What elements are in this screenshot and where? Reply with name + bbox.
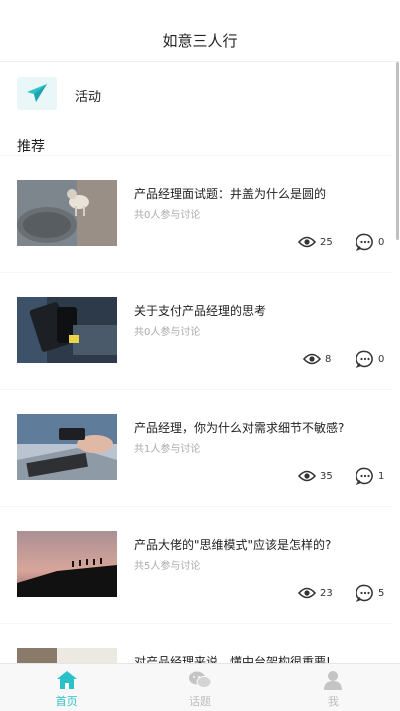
page-title: 如意三人行 xyxy=(162,32,238,50)
comment-count-value: 5 xyxy=(378,587,385,599)
tab-me[interactable]: 我 xyxy=(267,664,400,711)
post-participants: 共0人参与讨论 xyxy=(134,210,201,221)
comment-count-value: 1 xyxy=(378,470,385,482)
post-title: 产品经理，你为什么对需求细节不敏感? xyxy=(134,421,345,435)
activity-entry[interactable]: 活动 xyxy=(0,62,400,126)
view-count: 23 xyxy=(298,584,333,602)
view-count: 8 xyxy=(303,350,331,368)
comment-count-value: 0 xyxy=(378,236,385,248)
comment-icon xyxy=(356,584,373,602)
home-icon xyxy=(56,671,77,689)
activity-label: 活动 xyxy=(75,90,102,105)
tab-home[interactable]: 首页 xyxy=(0,664,133,711)
view-count-value: 35 xyxy=(320,470,333,482)
tab-label: 我 xyxy=(327,695,339,708)
eye-icon xyxy=(298,470,316,482)
post-thumbnail xyxy=(17,297,117,363)
app-header: 如意三人行 xyxy=(0,0,400,62)
eye-icon xyxy=(298,236,316,248)
view-count: 35 xyxy=(298,467,333,485)
bottom-tab-bar: 首页 话题 我 xyxy=(0,663,400,711)
comment-count: 1 xyxy=(356,467,384,485)
view-count: 25 xyxy=(298,233,333,251)
post-title: 产品大佬的"思维模式"应该是怎样的? xyxy=(134,538,332,552)
paper-plane-icon xyxy=(17,77,57,110)
view-count-value: 25 xyxy=(320,236,333,248)
tab-topics[interactable]: 话题 xyxy=(133,664,266,711)
post-thumbnail xyxy=(17,414,117,480)
chat-icon xyxy=(188,671,212,688)
section-title: 推荐 xyxy=(17,139,45,155)
post-title: 产品经理面试题：井盖为什么是圆的 xyxy=(134,187,327,201)
tab-label: 话题 xyxy=(188,695,211,708)
user-icon xyxy=(324,671,343,690)
view-count-value: 23 xyxy=(320,587,333,599)
post-thumbnail xyxy=(17,531,117,597)
comment-count: 0 xyxy=(356,233,384,251)
comment-count-value: 0 xyxy=(378,353,385,365)
post-participants: 共5人参与讨论 xyxy=(134,561,201,572)
post-title: 关于支付产品经理的思考 xyxy=(134,304,267,318)
post-card[interactable]: 产品经理面试题：井盖为什么是圆的 共0人参与讨论 25 0 xyxy=(0,156,392,273)
post-participants: 共0人参与讨论 xyxy=(134,327,201,338)
post-participants: 共1人参与讨论 xyxy=(134,444,201,455)
view-count-value: 8 xyxy=(325,353,332,365)
tab-label: 首页 xyxy=(55,695,78,708)
post-card[interactable]: 关于支付产品经理的思考 共0人参与讨论 8 0 xyxy=(0,273,392,390)
comment-count: 0 xyxy=(356,350,384,368)
comment-icon xyxy=(356,350,373,368)
eye-icon xyxy=(298,587,316,599)
post-thumbnail xyxy=(17,180,117,246)
comment-count: 5 xyxy=(356,584,384,602)
scrollbar[interactable] xyxy=(396,62,399,240)
comment-icon xyxy=(356,467,373,485)
post-list: 产品经理面试题：井盖为什么是圆的 共0人参与讨论 25 0 关于支付产品经理的思… xyxy=(0,156,392,711)
eye-icon xyxy=(303,353,321,365)
post-card[interactable]: 产品经理，你为什么对需求细节不敏感? 共1人参与讨论 35 1 xyxy=(0,390,392,507)
post-card[interactable]: 产品大佬的"思维模式"应该是怎样的? 共5人参与讨论 23 5 xyxy=(0,507,392,624)
comment-icon xyxy=(356,233,373,251)
